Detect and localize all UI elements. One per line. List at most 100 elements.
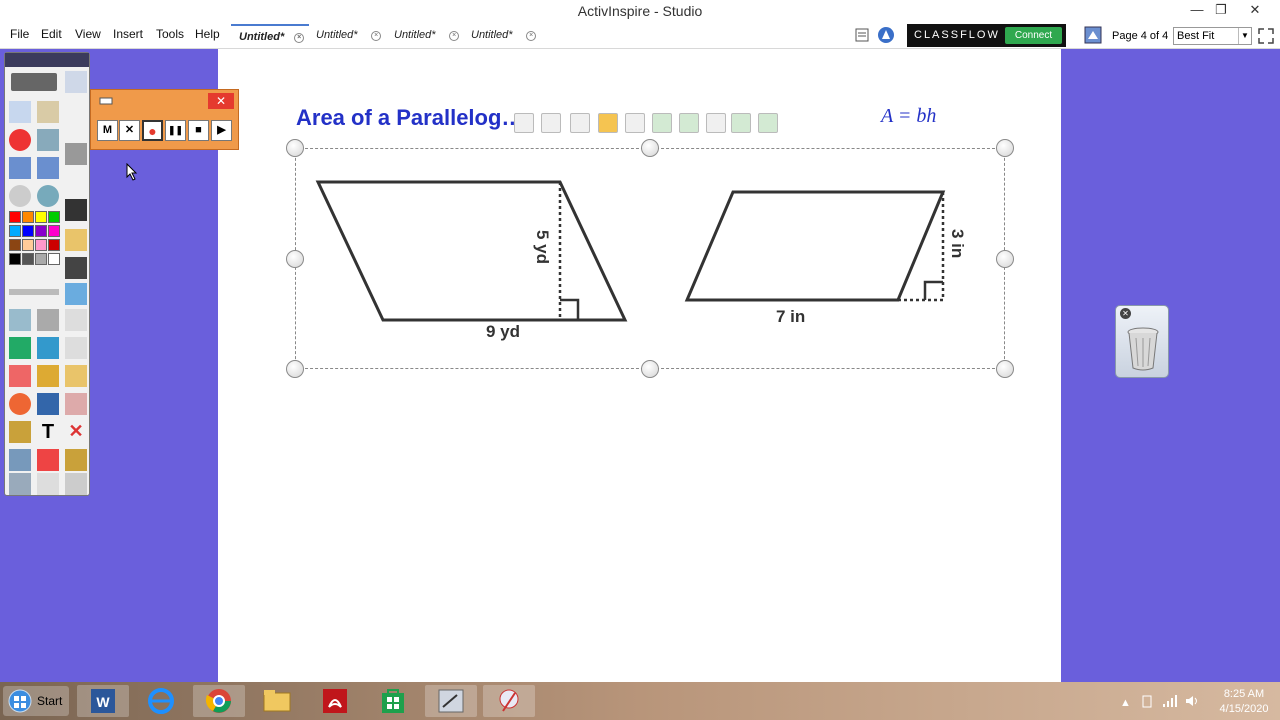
tray-arrow-icon[interactable]: ▲ <box>1120 697 1131 709</box>
tab-close-icon[interactable]: × <box>526 31 536 41</box>
shape-icon[interactable] <box>9 393 31 415</box>
color-swatch[interactable] <box>22 225 34 237</box>
screen-view-icon[interactable] <box>1084 26 1102 44</box>
undo-icon[interactable] <box>9 473 31 495</box>
select-icon[interactable] <box>9 309 31 331</box>
move-up-icon[interactable] <box>652 113 672 133</box>
trash-can[interactable]: ✕ <box>1115 305 1169 378</box>
revealer-icon[interactable] <box>65 283 87 305</box>
menu-tools[interactable]: Tools <box>156 27 184 41</box>
color-swatch[interactable] <box>48 253 60 265</box>
resize-handle-bl[interactable] <box>286 360 304 378</box>
marker-icon[interactable] <box>37 337 59 359</box>
recorder-stop-button[interactable]: ■ <box>188 120 209 141</box>
next-page-icon[interactable] <box>37 157 59 179</box>
blank-page-icon[interactable] <box>65 337 87 359</box>
pen-icon[interactable] <box>65 143 87 165</box>
sun-icon[interactable] <box>598 113 618 133</box>
color-swatch[interactable] <box>9 225 21 237</box>
start-button[interactable]: Start <box>3 686 69 716</box>
move-down-icon[interactable] <box>679 113 699 133</box>
page-icon[interactable] <box>65 309 87 331</box>
network-device-icon[interactable] <box>1140 694 1154 708</box>
close-window-button[interactable]: ✕ <box>1240 0 1270 22</box>
color-swatch[interactable] <box>22 239 34 251</box>
text-box-icon[interactable] <box>9 421 31 443</box>
prev-page-icon[interactable] <box>9 157 31 179</box>
doc-tab-2[interactable]: Untitled* × <box>308 24 386 48</box>
layer-icon[interactable] <box>625 113 645 133</box>
redo-icon[interactable] <box>37 473 59 495</box>
recorder-mark-button[interactable]: M <box>97 120 118 141</box>
menu-help[interactable]: Help <box>195 27 220 41</box>
resize-icon[interactable] <box>514 113 534 133</box>
browser-icon[interactable] <box>9 101 31 123</box>
color-swatch[interactable] <box>48 239 60 251</box>
acrobat-taskbar-icon[interactable] <box>309 685 361 717</box>
ie-taskbar-icon[interactable] <box>135 685 187 717</box>
clock[interactable]: 8:25 AM 4/15/2020 <box>1212 687 1276 717</box>
delete-icon[interactable]: ✕ <box>65 421 87 443</box>
resize-handle-bottom[interactable] <box>641 360 659 378</box>
zoom-select[interactable]: Best Fit ▼ <box>1173 27 1252 45</box>
restore-button[interactable]: ❐ <box>1206 0 1236 22</box>
color-swatch[interactable] <box>35 253 47 265</box>
magic-wand-icon[interactable] <box>37 309 59 331</box>
file-explorer-taskbar-icon[interactable] <box>251 685 303 717</box>
spotlight-icon[interactable] <box>65 257 87 279</box>
stop-icon[interactable] <box>9 129 31 151</box>
tab-close-icon[interactable]: × <box>294 33 304 43</box>
menu-insert[interactable]: Insert <box>113 27 143 41</box>
activinspire-icon[interactable] <box>877 26 895 44</box>
classflow-connect-button[interactable]: Connect <box>1005 27 1062 44</box>
tab-close-icon[interactable]: × <box>449 31 459 41</box>
chrome-taskbar-icon[interactable] <box>193 685 245 717</box>
signal-icon[interactable] <box>1162 694 1178 708</box>
color-swatch[interactable] <box>35 239 47 251</box>
color-swatch[interactable] <box>9 239 21 251</box>
resource-icon[interactable] <box>37 101 59 123</box>
snipping-tool-taskbar-icon[interactable] <box>483 685 535 717</box>
chevron-down-icon[interactable]: ▼ <box>1238 28 1251 44</box>
recorder-close-button[interactable]: ✕ <box>208 93 234 109</box>
color-swatch[interactable] <box>9 211 21 223</box>
recorder-cancel-button[interactable]: ✕ <box>119 120 140 141</box>
color-swatch[interactable] <box>22 211 34 223</box>
clipboard-icon[interactable] <box>65 473 87 495</box>
fill-icon[interactable] <box>37 365 59 387</box>
connector-icon[interactable] <box>37 393 59 415</box>
menu-view[interactable]: View <box>75 27 101 41</box>
rotate-icon[interactable] <box>541 113 561 133</box>
resize-handle-top[interactable] <box>641 139 659 157</box>
web-icon[interactable] <box>37 185 59 207</box>
volume-icon[interactable] <box>1184 694 1200 708</box>
eraser-icon[interactable] <box>9 365 31 387</box>
tools-icon[interactable] <box>37 129 59 151</box>
color-swatch[interactable] <box>22 253 34 265</box>
doc-tab-1[interactable]: Untitled* × <box>231 24 309 48</box>
clear-icon[interactable] <box>65 393 87 415</box>
play-icon[interactable] <box>9 185 31 207</box>
copy-icon[interactable] <box>570 113 590 133</box>
doc-tab-4[interactable]: Untitled* × <box>463 24 541 48</box>
menu-edit[interactable]: Edit <box>41 27 62 41</box>
star-icon[interactable] <box>731 113 751 133</box>
pen-tool-icon[interactable] <box>9 337 31 359</box>
activinspire-taskbar-icon[interactable] <box>425 685 477 717</box>
page-notes-icon[interactable] <box>854 27 870 43</box>
fill-2-icon[interactable] <box>65 449 87 471</box>
color-swatch[interactable] <box>48 211 60 223</box>
resize-handle-tl[interactable] <box>286 139 304 157</box>
highlighter-icon[interactable] <box>65 229 87 251</box>
resize-handle-br[interactable] <box>996 360 1014 378</box>
color-swatch[interactable] <box>35 225 47 237</box>
designer-icon[interactable] <box>65 71 87 93</box>
recorder-pause-button[interactable]: ❚❚ <box>165 120 186 141</box>
text-icon[interactable]: T <box>37 421 59 443</box>
color-swatch[interactable] <box>35 211 47 223</box>
duplicate-icon[interactable] <box>706 113 726 133</box>
word-taskbar-icon[interactable]: W <box>77 685 129 717</box>
menu-file[interactable]: File <box>10 27 29 41</box>
flask-icon[interactable] <box>9 449 31 471</box>
share-icon[interactable] <box>11 73 57 91</box>
